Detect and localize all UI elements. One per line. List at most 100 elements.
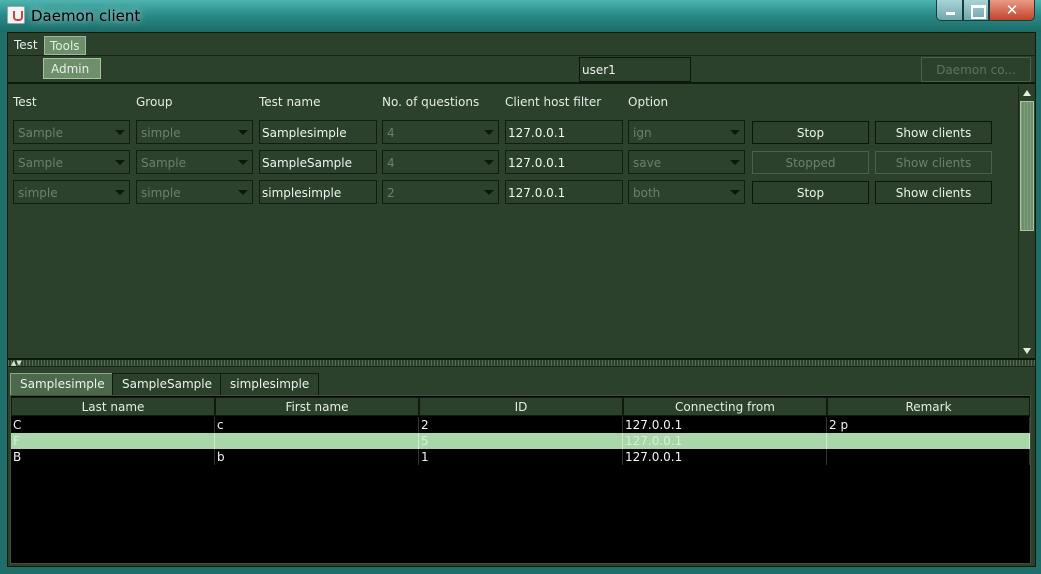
chevron-down-icon — [115, 160, 125, 165]
menu-test[interactable]: Test — [9, 36, 43, 55]
option-combo-value: ign — [633, 126, 652, 140]
tab-samplesimple[interactable]: Samplesimple — [10, 373, 115, 395]
minimize-button[interactable] — [936, 0, 963, 21]
test-combo[interactable]: Sample — [13, 120, 130, 144]
stop-button[interactable]: Stop — [752, 181, 869, 204]
close-button[interactable]: ✕ — [989, 0, 1035, 21]
test-row: Sample Sample SampleSample 4 127.0.0.1 s… — [8, 150, 1008, 174]
chevron-down-icon — [238, 160, 248, 165]
cell-id: 1 — [419, 449, 623, 465]
scroll-thumb[interactable] — [1020, 101, 1034, 231]
host-filter-field[interactable]: 127.0.0.1 — [505, 150, 623, 174]
table-header-id[interactable]: ID — [419, 397, 623, 416]
cell-remark: 2 p — [827, 417, 1030, 433]
test-row: simple simple simplesimple 2 127.0.0.1 b… — [8, 180, 1008, 204]
scroll-up-icon[interactable] — [1021, 87, 1034, 100]
table-row[interactable]: B b 1 127.0.0.1 — [11, 449, 1030, 465]
group-combo-value: simple — [141, 186, 181, 200]
cell-id: 2 — [419, 417, 623, 433]
questions-combo[interactable]: 2 — [382, 180, 499, 204]
column-header-host-filter: Client host filter — [505, 95, 602, 109]
show-clients-button[interactable]: Show clients — [875, 181, 992, 204]
column-header-test: Test — [13, 95, 37, 109]
daemon-connect-button[interactable]: Daemon co... — [921, 57, 1031, 82]
test-combo-value: simple — [18, 186, 58, 200]
questions-combo-value: 2 — [387, 186, 395, 200]
caption-buttons: ✕ — [936, 0, 1035, 21]
table-header-last-name[interactable]: Last name — [11, 397, 215, 416]
show-clients-button[interactable]: Show clients — [875, 121, 992, 144]
host-filter-field[interactable]: 127.0.0.1 — [505, 180, 623, 204]
cell-first-name: c — [215, 417, 419, 433]
questions-combo[interactable]: 4 — [382, 150, 499, 174]
table-header-remark[interactable]: Remark — [827, 397, 1030, 416]
toolbar: user1 Daemon co... — [8, 56, 1035, 84]
menu-item-admin[interactable]: Admin — [43, 58, 101, 79]
clients-table: Last name First name ID Connecting from … — [10, 395, 1031, 564]
group-combo-value: simple — [141, 126, 181, 140]
column-header-test-name: Test name — [259, 95, 321, 109]
tests-panel: Test Group Test name No. of questions Cl… — [8, 86, 1020, 358]
menu-tools[interactable]: Tools — [44, 36, 86, 55]
questions-combo[interactable]: 4 — [382, 120, 499, 144]
table-header-connecting-from[interactable]: Connecting from — [623, 397, 827, 416]
maximize-button[interactable] — [963, 0, 989, 21]
test-combo-value: Sample — [18, 156, 63, 170]
questions-combo-value: 4 — [387, 126, 395, 140]
table-header-first-name[interactable]: First name — [215, 397, 419, 416]
window-title: Daemon client — [31, 7, 141, 25]
split-arrows-icon[interactable]: ▲▼ — [11, 360, 22, 367]
stop-button[interactable]: Stop — [752, 121, 869, 144]
option-combo[interactable]: ign — [628, 120, 745, 144]
test-combo[interactable]: simple — [13, 180, 130, 204]
table-row[interactable]: C c 2 127.0.0.1 2 p — [11, 417, 1030, 433]
client-area: Test Tools user1 Daemon co... Admin Test… — [7, 32, 1036, 567]
cell-id: 5 — [419, 433, 623, 449]
cell-connecting-from: 127.0.0.1 — [623, 433, 827, 449]
group-combo[interactable]: simple — [136, 180, 253, 204]
chevron-down-icon — [484, 190, 494, 195]
chevron-down-icon — [730, 190, 740, 195]
chevron-down-icon — [484, 160, 494, 165]
group-combo[interactable]: Sample — [136, 150, 253, 174]
chevron-down-icon — [115, 130, 125, 135]
scroll-down-icon[interactable] — [1021, 344, 1034, 357]
chevron-down-icon — [730, 160, 740, 165]
column-header-questions: No. of questions — [382, 95, 480, 109]
test-name-field[interactable]: Samplesimple — [259, 120, 377, 144]
test-combo[interactable]: Sample — [13, 150, 130, 174]
show-clients-button[interactable]: Show clients — [875, 151, 992, 174]
vertical-scrollbar[interactable] — [1018, 86, 1035, 358]
tab-simplesimple[interactable]: simplesimple — [220, 373, 320, 395]
stopped-button[interactable]: Stopped — [752, 151, 869, 174]
close-icon: ✕ — [1005, 1, 1019, 19]
test-name-field[interactable]: SampleSample — [259, 150, 377, 174]
cell-connecting-from: 127.0.0.1 — [623, 417, 827, 433]
cell-remark — [827, 433, 1030, 449]
chevron-down-icon — [730, 130, 740, 135]
tab-samplesample[interactable]: SampleSample — [112, 373, 222, 395]
table-row-selected[interactable]: F 5 127.0.0.1 — [11, 433, 1030, 449]
cell-first-name: b — [215, 449, 419, 465]
title-bar: Daemon client ✕ — [0, 0, 1041, 32]
cell-last-name: F — [11, 433, 215, 449]
group-combo[interactable]: simple — [136, 120, 253, 144]
cell-last-name: B — [11, 449, 215, 465]
cell-remark — [827, 449, 1030, 465]
java-app-icon — [7, 6, 25, 24]
user-field[interactable]: user1 — [579, 57, 691, 82]
chevron-down-icon — [238, 190, 248, 195]
chevron-down-icon — [115, 190, 125, 195]
option-combo-value: both — [633, 186, 661, 200]
chevron-down-icon — [238, 130, 248, 135]
cell-last-name: C — [11, 417, 215, 433]
option-combo[interactable]: both — [628, 180, 745, 204]
test-name-field[interactable]: simplesimple — [259, 180, 377, 204]
split-pane-divider[interactable]: ▲▼ — [8, 358, 1035, 367]
group-combo-value: Sample — [141, 156, 186, 170]
host-filter-field[interactable]: 127.0.0.1 — [505, 120, 623, 144]
column-header-group: Group — [136, 95, 173, 109]
test-combo-value: Sample — [18, 126, 63, 140]
option-combo[interactable]: save — [628, 150, 745, 174]
chevron-down-icon — [484, 130, 494, 135]
